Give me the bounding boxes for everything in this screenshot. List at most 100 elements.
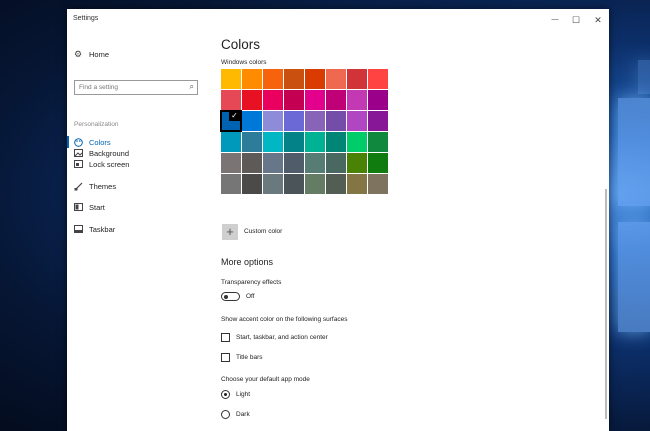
accent-surfaces-label: Show accent color on the following surfa… (221, 316, 348, 323)
color-swatch[interactable] (221, 132, 241, 152)
close-button[interactable]: ✕ (588, 12, 608, 28)
color-swatch[interactable] (347, 153, 367, 173)
light-mode-radio[interactable] (221, 390, 230, 399)
color-swatch[interactable] (284, 132, 304, 152)
sidebar-item-start[interactable]: Start (73, 199, 105, 215)
color-swatch[interactable] (326, 111, 346, 131)
title-bar[interactable]: Settings — ☐ ✕ (67, 9, 609, 31)
color-swatch[interactable] (221, 90, 241, 110)
title-bars-checkbox[interactable] (221, 353, 230, 362)
gear-icon: ⚙ (73, 48, 83, 59)
window-title: Settings (73, 15, 99, 22)
transparency-toggle[interactable] (221, 292, 240, 301)
section-label: Personalization (74, 121, 119, 128)
color-swatch[interactable] (263, 174, 283, 194)
sidebar-item-label: Home (89, 49, 110, 59)
scrollbar[interactable] (605, 189, 607, 419)
color-swatch[interactable] (263, 111, 283, 131)
color-swatch[interactable] (347, 69, 367, 89)
page-title: Colors (221, 37, 261, 52)
windows-colors-label: Windows colors (221, 59, 267, 66)
transparency-label: Transparency effects (221, 279, 282, 286)
color-swatch[interactable] (284, 90, 304, 110)
sidebar-item-themes[interactable]: Themes (73, 178, 116, 194)
color-swatch[interactable] (326, 132, 346, 152)
windows-logo-pane (638, 60, 650, 94)
color-swatch[interactable] (242, 90, 262, 110)
light-mode-label[interactable]: Light (236, 391, 250, 398)
start-menu-icon (73, 202, 83, 212)
color-swatch[interactable] (263, 132, 283, 152)
color-swatch[interactable] (263, 69, 283, 89)
color-swatch[interactable] (263, 90, 283, 110)
color-swatch[interactable] (284, 174, 304, 194)
dark-mode-radio[interactable] (221, 410, 230, 419)
settings-window: Settings — ☐ ✕ ⚙ Home Find a setting ⌕ P… (67, 9, 609, 431)
color-swatch[interactable] (305, 69, 325, 89)
color-swatch[interactable] (242, 174, 262, 194)
color-swatch[interactable] (305, 174, 325, 194)
color-swatch-grid: ✓ (220, 69, 388, 194)
color-swatch[interactable] (242, 153, 262, 173)
color-swatch[interactable] (305, 132, 325, 152)
start-taskbar-label[interactable]: Start, taskbar, and action center (236, 334, 328, 341)
palette-icon (73, 137, 83, 147)
color-swatch[interactable] (305, 153, 325, 173)
color-swatch[interactable] (284, 153, 304, 173)
search-placeholder: Find a setting (79, 84, 119, 91)
color-swatch[interactable] (221, 174, 241, 194)
color-swatch[interactable] (368, 153, 388, 173)
color-swatch[interactable] (326, 90, 346, 110)
color-swatch[interactable] (326, 153, 346, 173)
minimize-button[interactable]: — (545, 12, 565, 28)
windows-logo-pane (618, 222, 650, 332)
more-options-title: More options (221, 257, 274, 267)
color-swatch[interactable] (221, 69, 241, 89)
color-swatch[interactable] (326, 174, 346, 194)
color-swatch[interactable] (305, 90, 325, 110)
sidebar: ⚙ Home Find a setting ⌕ Personalization … (67, 31, 207, 431)
color-swatch[interactable] (221, 153, 241, 173)
color-swatch[interactable] (368, 90, 388, 110)
color-swatch[interactable] (347, 111, 367, 131)
color-swatch[interactable] (242, 69, 262, 89)
sidebar-item-taskbar[interactable]: Taskbar (73, 221, 115, 237)
dark-mode-label[interactable]: Dark (236, 411, 250, 418)
color-swatch[interactable] (347, 132, 367, 152)
color-swatch[interactable] (284, 69, 304, 89)
custom-color-button[interactable]: + (222, 224, 238, 240)
search-input[interactable]: Find a setting ⌕ (74, 80, 198, 95)
color-swatch[interactable] (242, 132, 262, 152)
color-swatch[interactable] (242, 111, 262, 131)
main-content: Colors Windows colors ✓ + Custom color M… (220, 31, 609, 431)
sidebar-item-label: Start (89, 202, 105, 212)
toggle-knob (224, 294, 228, 299)
transparency-state: Off (246, 293, 255, 300)
color-swatch[interactable] (326, 69, 346, 89)
custom-color-label[interactable]: Custom color (244, 228, 282, 235)
search-icon: ⌕ (189, 82, 194, 91)
color-swatch[interactable] (347, 174, 367, 194)
sidebar-item-label: Taskbar (89, 224, 116, 234)
color-swatch[interactable] (284, 111, 304, 131)
lock-screen-icon (73, 159, 83, 169)
color-swatch[interactable] (368, 132, 388, 152)
taskbar-icon (73, 224, 83, 234)
start-taskbar-checkbox[interactable] (221, 333, 230, 342)
app-mode-label: Choose your default app mode (221, 376, 310, 383)
color-swatch[interactable] (305, 111, 325, 131)
color-swatch[interactable] (368, 69, 388, 89)
title-bars-label[interactable]: Title bars (236, 354, 263, 361)
color-swatch[interactable] (263, 153, 283, 173)
color-swatch[interactable] (368, 111, 388, 131)
sidebar-item-colors[interactable]: Colors (73, 134, 111, 150)
sidebar-item-lock-screen[interactable]: Lock screen (73, 156, 129, 172)
maximize-button[interactable]: ☐ (566, 12, 586, 28)
color-swatch[interactable] (347, 90, 367, 110)
color-swatch[interactable] (368, 174, 388, 194)
sidebar-item-label: Themes (89, 181, 117, 191)
sidebar-item-label: Lock screen (89, 159, 130, 169)
sidebar-item-home[interactable]: ⚙ Home (73, 46, 109, 62)
color-swatch[interactable]: ✓ (220, 110, 242, 132)
sidebar-item-label: Colors (89, 137, 111, 147)
